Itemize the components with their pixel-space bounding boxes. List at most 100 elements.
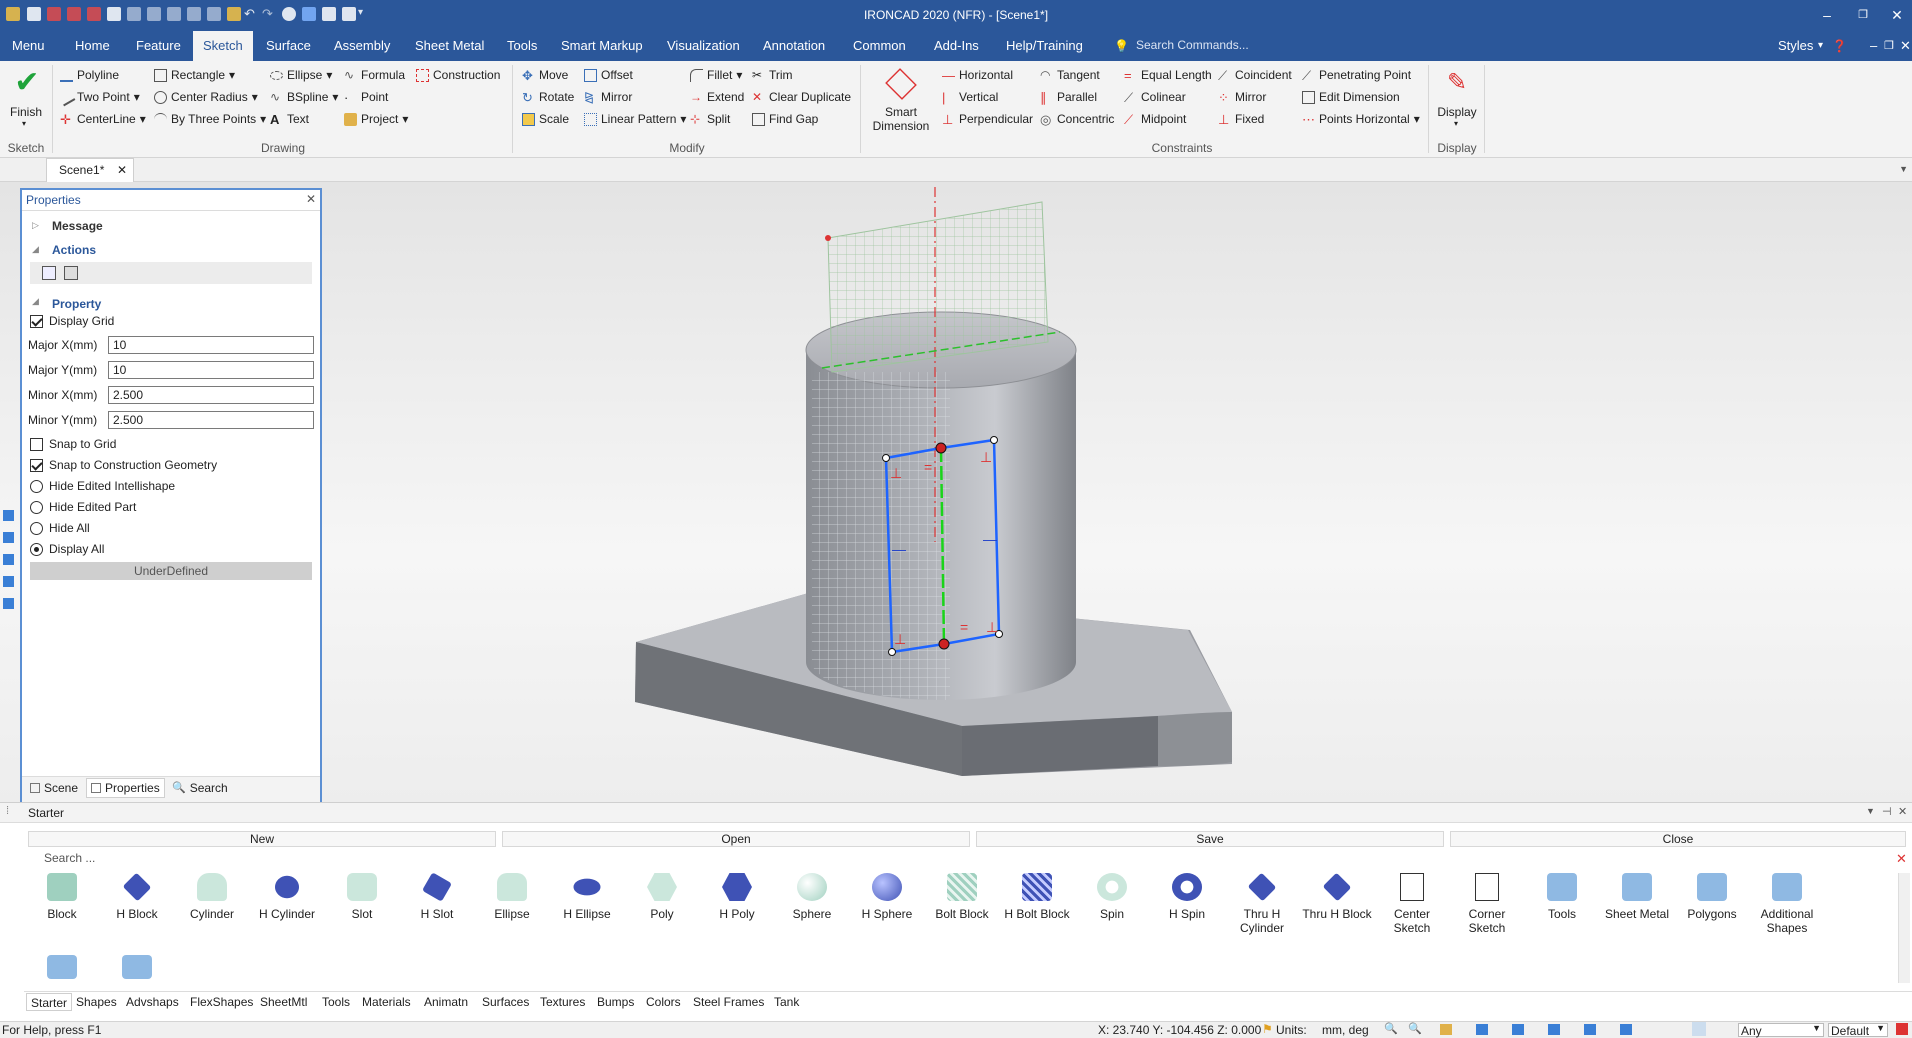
penetrating-point-button[interactable]: ⟋ Penetrating Point: [1302, 65, 1411, 85]
coincident-button[interactable]: ⟋ Coincident: [1218, 65, 1292, 85]
display-wand-icon[interactable]: ✎: [1440, 69, 1474, 97]
finish-button[interactable]: Finish: [6, 105, 46, 119]
trim-button[interactable]: ✂ Trim: [752, 65, 793, 85]
find-gap-button[interactable]: Find Gap: [752, 109, 818, 129]
folder-icon[interactable]: [47, 955, 77, 979]
display-grid-checkbox[interactable]: [30, 314, 43, 328]
by-three-points-button[interactable]: By Three Points ▾: [154, 109, 266, 129]
two-point-button[interactable]: Two Point ▾: [57, 87, 140, 107]
shape-h-ellipse[interactable]: H Ellipse: [550, 873, 624, 921]
tab-sketch[interactable]: Sketch: [193, 31, 253, 61]
shape-slot[interactable]: Slot: [325, 873, 399, 921]
select-arrow-icon[interactable]: [1692, 1022, 1706, 1036]
shape-block[interactable]: Block: [25, 873, 99, 921]
tab-help-training[interactable]: Help/Training: [1004, 31, 1085, 61]
view-tool-icon[interactable]: [1584, 1024, 1596, 1035]
tab-starter[interactable]: Starter: [26, 993, 73, 1011]
shape-h-spin[interactable]: H Spin: [1150, 873, 1224, 921]
snap-construction-checkbox[interactable]: [30, 458, 43, 472]
clear-search-icon[interactable]: ✕: [1896, 851, 1907, 867]
tab-textures[interactable]: Textures: [540, 993, 585, 1011]
style-select[interactable]: Default ▼: [1828, 1023, 1888, 1038]
mirror-constraint-button[interactable]: ⁘ Mirror: [1218, 87, 1266, 107]
rectangle-button[interactable]: Rectangle ▾: [154, 65, 235, 85]
tab-scene1[interactable]: Scene1* ✕: [46, 158, 134, 182]
polyline-button[interactable]: Polyline: [60, 65, 119, 85]
split-button[interactable]: ⊹ Split: [690, 109, 730, 129]
catalog-open-button[interactable]: Open: [502, 831, 970, 847]
tab-colors[interactable]: Colors: [646, 993, 681, 1011]
hide-part-radio[interactable]: [30, 500, 43, 514]
display-button[interactable]: Display: [1436, 105, 1478, 119]
units-value[interactable]: mm, deg: [1322, 1023, 1369, 1037]
close-tab-icon[interactable]: ✕: [117, 159, 127, 181]
minor-y-field[interactable]: 2.500: [108, 411, 314, 429]
shape-h-slot[interactable]: H Slot: [400, 872, 474, 921]
close-panel-icon[interactable]: ✕: [306, 192, 316, 206]
tab-bumps[interactable]: Bumps: [597, 993, 634, 1011]
folder-tools[interactable]: Tools: [1525, 873, 1599, 921]
shape-thru-h-cylinder[interactable]: Thru H Cylinder: [1225, 872, 1299, 935]
shape-thru-h-block[interactable]: Thru H Block: [1300, 872, 1374, 921]
tab-surfaces[interactable]: Surfaces: [482, 993, 529, 1011]
shape-sphere[interactable]: Sphere: [775, 873, 849, 921]
shape-h-sphere[interactable]: H Sphere: [850, 873, 924, 921]
tab-menu[interactable]: Menu: [10, 31, 47, 61]
clear-duplicate-button[interactable]: ✕ Clear Duplicate: [752, 87, 851, 107]
shape-ellipse[interactable]: Ellipse: [475, 873, 549, 921]
folder-polygons[interactable]: Polygons: [1675, 873, 1749, 921]
view-tool-icon[interactable]: [1620, 1024, 1632, 1035]
bspline-button[interactable]: ∿ BSpline ▾: [270, 87, 338, 107]
minor-x-field[interactable]: 2.500: [108, 386, 314, 404]
project-button[interactable]: Project ▾: [344, 109, 408, 129]
tab-scene[interactable]: Scene: [26, 778, 82, 798]
shape-corner-sketch[interactable]: Corner Sketch: [1450, 873, 1524, 935]
table-action-icon[interactable]: [64, 266, 78, 280]
shape-bolt-block[interactable]: Bolt Block: [925, 873, 999, 921]
filter-select[interactable]: Any ▼: [1738, 1023, 1824, 1038]
centerline-button[interactable]: ✛ CenterLine ▾: [60, 109, 146, 129]
shape-h-bolt-block[interactable]: H Bolt Block: [1000, 873, 1074, 921]
text-button[interactable]: A Text: [270, 109, 309, 129]
zoom-icon[interactable]: 🔍: [1384, 1022, 1398, 1035]
smart-dimension-button[interactable]: Smart Dimension: [866, 105, 936, 133]
collapse-property-icon[interactable]: ◢: [32, 296, 39, 307]
scale-button[interactable]: Scale: [522, 109, 569, 129]
search-commands-input[interactable]: Search Commands...: [1136, 38, 1376, 56]
close-window-icon[interactable]: ✕: [1882, 4, 1912, 26]
tab-list-chevron-icon[interactable]: ▼: [1899, 164, 1908, 174]
mirror-button[interactable]: ⧎ Mirror: [584, 87, 632, 107]
equal-length-button[interactable]: = Equal Length: [1124, 65, 1212, 85]
major-x-field[interactable]: 10: [108, 336, 314, 354]
tab-flexshapes[interactable]: FlexShapes: [190, 993, 253, 1011]
horizontal-button[interactable]: — Horizontal: [942, 65, 1013, 85]
perpendicular-button[interactable]: ⊥ Perpendicular: [942, 109, 1033, 129]
display-all-radio[interactable]: [30, 542, 43, 556]
view-tool-icon[interactable]: [3, 532, 14, 543]
colinear-button[interactable]: ⟋ Colinear: [1124, 87, 1186, 107]
shape-spin[interactable]: Spin: [1075, 873, 1149, 921]
tab-materials[interactable]: Materials: [362, 993, 411, 1011]
tab-tank[interactable]: Tank: [774, 993, 799, 1011]
tab-sheet-metal[interactable]: Sheet Metal: [413, 31, 486, 61]
move-button[interactable]: ✥ Move: [522, 65, 568, 85]
fixed-button[interactable]: ⊥ Fixed: [1218, 109, 1264, 129]
tab-search[interactable]: 🔍 Search: [168, 778, 232, 798]
snap-construction-row[interactable]: Snap to Construction Geometry: [30, 458, 217, 472]
restore-icon[interactable]: ❐: [1848, 4, 1878, 26]
view-tool-icon[interactable]: [1512, 1024, 1524, 1035]
smart-dimension-icon[interactable]: [885, 68, 917, 100]
tab-advshaps[interactable]: Advshaps: [126, 993, 179, 1011]
shape-h-cylinder[interactable]: H Cylinder: [250, 873, 324, 921]
tab-properties[interactable]: Properties: [86, 778, 165, 798]
ribbon-minimize-icon[interactable]: –: [1868, 31, 1879, 61]
fillet-button[interactable]: Fillet ▾: [690, 65, 742, 85]
expand-message-icon[interactable]: ▷: [32, 220, 39, 231]
major-y-field[interactable]: 10: [108, 361, 314, 379]
tab-annotation[interactable]: Annotation: [761, 31, 827, 61]
display-grid-row[interactable]: Display Grid: [30, 314, 114, 328]
shape-h-poly[interactable]: H Poly: [700, 873, 774, 921]
tab-smart-markup[interactable]: Smart Markup: [559, 31, 645, 61]
parallel-button[interactable]: ∥ Parallel: [1040, 87, 1097, 107]
tab-feature[interactable]: Feature: [134, 31, 183, 61]
